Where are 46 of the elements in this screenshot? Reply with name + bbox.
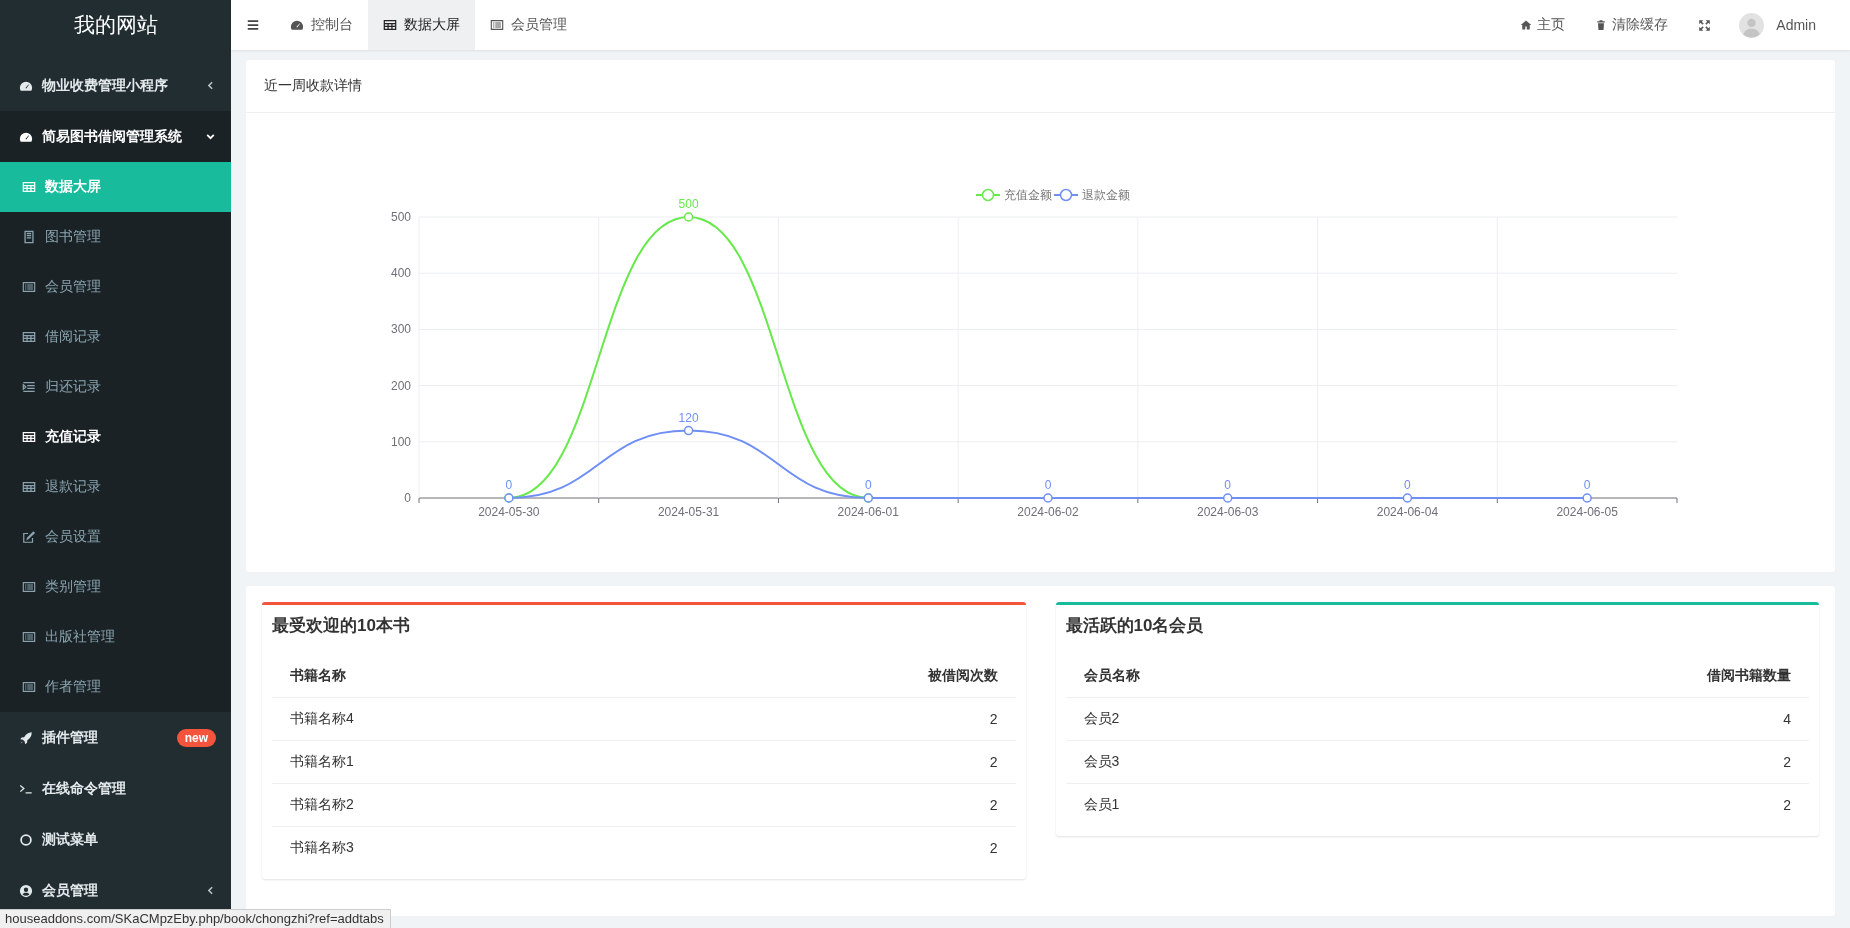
- legend-label: 充值金额: [1004, 188, 1052, 202]
- table-cell: 4: [1388, 697, 1809, 741]
- x-axis-label: 2024-05-30: [478, 505, 540, 519]
- url-status-tooltip: houseaddons.com/SKaCMpzEby.php/book/chongzhi?ref=addtabs: [0, 909, 391, 928]
- value-label: 0: [505, 478, 513, 492]
- legend-label: 退款金额: [1082, 188, 1130, 202]
- table-cell: 书籍名称2: [272, 783, 633, 827]
- y-axis-label: 200: [390, 378, 411, 393]
- column-header: 借阅书籍数量: [1388, 654, 1809, 698]
- table-cell: 书籍名称3: [272, 826, 633, 869]
- column-header: 会员名称: [1065, 654, 1389, 698]
- y-axis-label: 300: [390, 322, 411, 337]
- table-cell: 会员3: [1065, 740, 1389, 784]
- column-header: 被借阅次数: [632, 654, 1016, 698]
- table-cell: 书籍名称4: [272, 697, 633, 741]
- card-title: 最活跃的10名会员: [1065, 615, 1205, 637]
- y-axis-label: 0: [404, 491, 411, 505]
- y-axis-label: 500: [390, 210, 411, 224]
- new-badge: new: [176, 728, 216, 747]
- x-axis-label: 2024-06-01: [837, 505, 899, 519]
- column-header: 书籍名称: [272, 654, 633, 698]
- table-cell: 2: [632, 697, 1016, 741]
- table-cell: 会员2: [1065, 697, 1389, 741]
- table-cell: 2: [1388, 783, 1809, 826]
- table-cell: 书籍名称1: [272, 740, 633, 784]
- card-title: 最受欢迎的10本书: [272, 615, 411, 637]
- x-axis-label: 2024-06-03: [1197, 505, 1259, 519]
- value-label: 0: [1044, 478, 1052, 492]
- value-label: 500: [678, 197, 699, 211]
- value-label: 120: [678, 410, 699, 425]
- table-cell: 2: [632, 826, 1016, 869]
- y-axis-label: 100: [390, 434, 411, 449]
- table-cell: 会员1: [1065, 783, 1389, 826]
- x-axis-label: 2024-05-31: [657, 505, 720, 519]
- value-label: 0: [1583, 478, 1591, 492]
- x-axis-label: 2024-06-05: [1556, 505, 1618, 519]
- y-axis-label: 400: [390, 266, 411, 281]
- table-cell: 2: [632, 740, 1016, 784]
- panel-title: 近一周收款详情: [264, 77, 362, 95]
- value-label: 0: [864, 478, 872, 492]
- value-label: 0: [1404, 478, 1411, 492]
- x-axis-label: 2024-06-02: [1017, 505, 1079, 519]
- x-axis-label: 2024-06-04: [1376, 505, 1439, 519]
- value-label: 0: [1224, 478, 1232, 492]
- table-cell: 2: [632, 783, 1016, 827]
- table-cell: 2: [1388, 740, 1809, 784]
